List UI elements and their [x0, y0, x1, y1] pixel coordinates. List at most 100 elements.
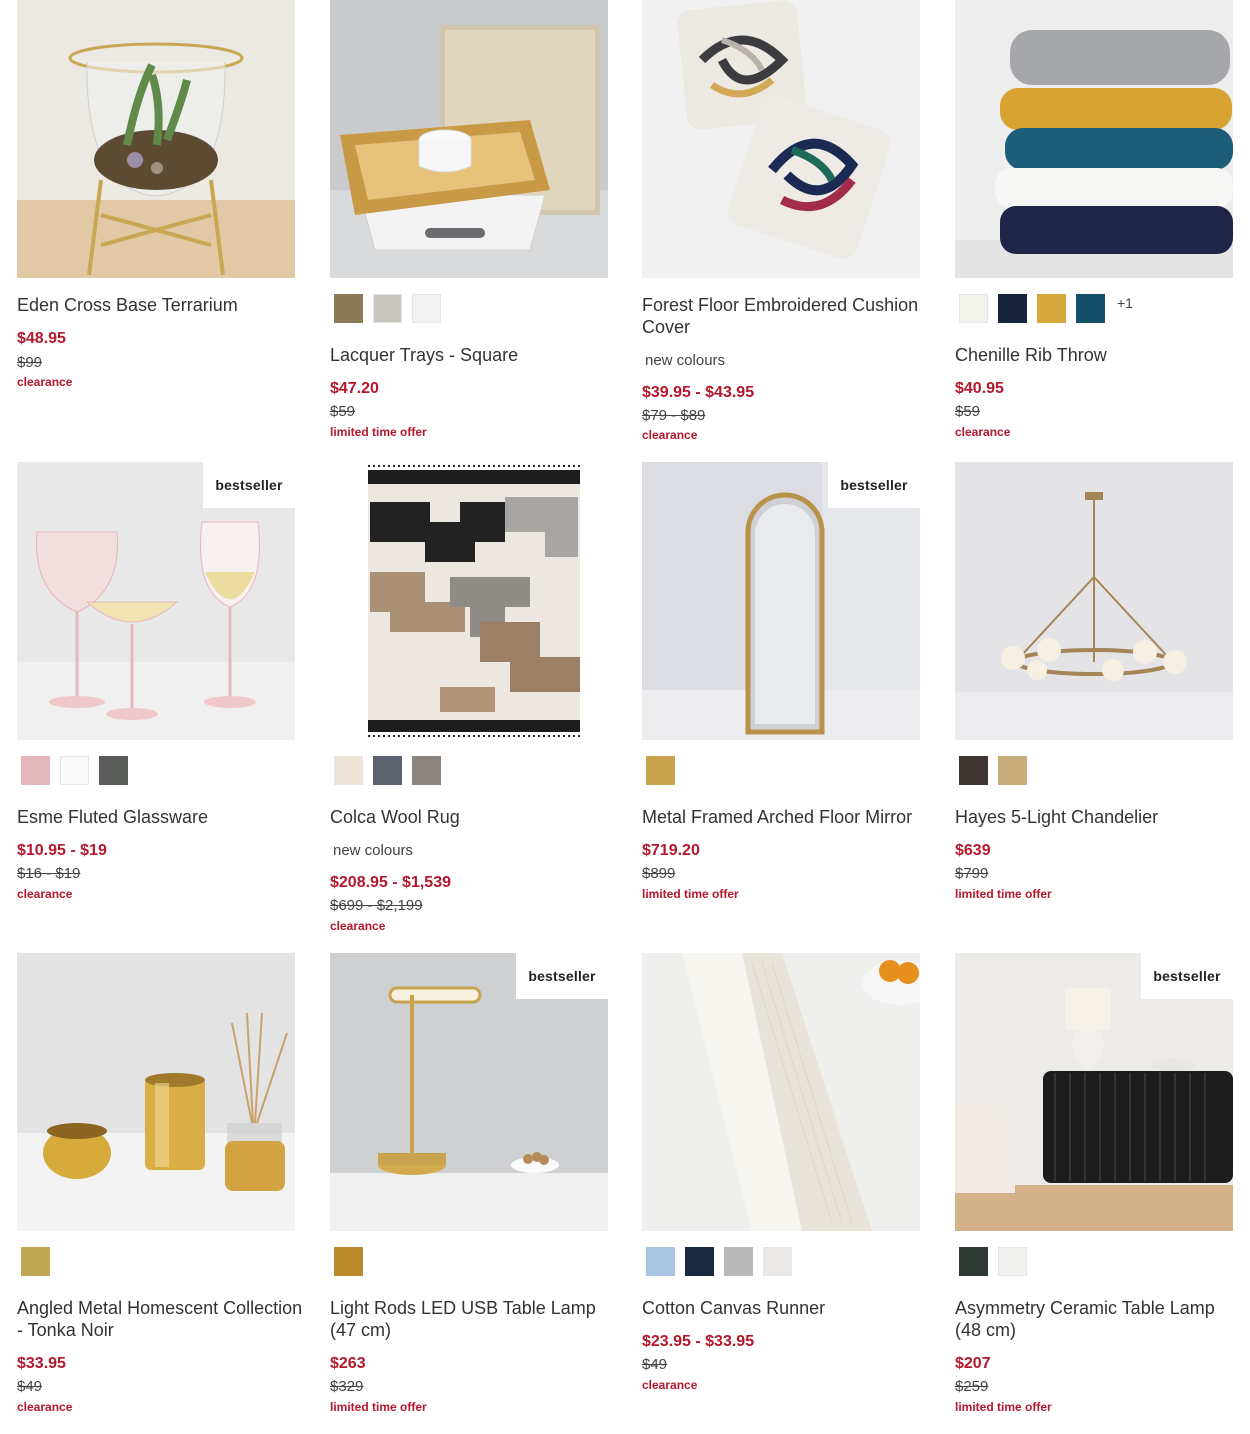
sale-price: $10.95 - $19	[17, 842, 107, 859]
product-name[interactable]: Colca Wool Rug	[330, 806, 620, 828]
new-colours-tag: new colours	[645, 352, 726, 369]
color-swatches	[334, 294, 441, 323]
color-swatch[interactable]	[21, 756, 50, 785]
sale-price: $39.95 - $43.95	[642, 384, 755, 401]
original-price: $79 - $89	[642, 407, 706, 424]
color-swatch[interactable]	[959, 294, 988, 323]
promo-label: clearance	[17, 375, 73, 389]
bestseller-badge: bestseller	[828, 462, 920, 508]
color-swatch[interactable]	[763, 1247, 792, 1276]
color-swatch[interactable]	[998, 294, 1027, 323]
product-name[interactable]: Eden Cross Base Terrarium	[17, 294, 307, 316]
bestseller-badge: bestseller	[516, 953, 608, 999]
sale-price: $208.95 - $1,539	[330, 874, 451, 891]
color-swatch[interactable]	[1076, 294, 1105, 323]
color-swatch[interactable]	[21, 1247, 50, 1276]
sale-price: $33.95	[17, 1355, 66, 1372]
product-image[interactable]	[955, 462, 1233, 740]
promo-label: limited time offer	[330, 425, 427, 439]
original-price: $59	[955, 403, 981, 420]
more-colors-count[interactable]: +1	[1117, 295, 1133, 311]
sale-price: $719.20	[642, 842, 700, 859]
promo-label: clearance	[955, 425, 1011, 439]
sale-price: $48.95	[17, 330, 66, 347]
new-colours-tag: new colours	[333, 842, 414, 859]
original-price: $49	[642, 1356, 668, 1373]
product-image[interactable]: bestseller	[642, 462, 920, 740]
bestseller-badge: bestseller	[1141, 953, 1233, 999]
color-swatches	[334, 756, 441, 785]
color-swatches	[646, 1247, 792, 1276]
color-swatch[interactable]	[998, 756, 1027, 785]
color-swatches	[334, 1247, 363, 1276]
product-image[interactable]	[955, 0, 1233, 278]
color-swatch[interactable]	[998, 1247, 1027, 1276]
color-swatches	[959, 756, 1027, 785]
promo-label: clearance	[17, 1400, 73, 1414]
color-swatches	[21, 1247, 50, 1276]
product-name[interactable]: Chenille Rib Throw	[955, 344, 1245, 366]
color-swatch[interactable]	[334, 294, 363, 323]
color-swatches	[646, 756, 675, 785]
sale-price: $23.95 - $33.95	[642, 1333, 755, 1350]
color-swatch[interactable]	[334, 1247, 363, 1276]
color-swatch[interactable]	[412, 756, 441, 785]
original-price: $49	[17, 1378, 43, 1395]
product-name[interactable]: Angled Metal Homescent Collection - Tonk…	[17, 1297, 307, 1341]
bestseller-badge: bestseller	[203, 462, 295, 508]
promo-label: limited time offer	[642, 887, 739, 901]
color-swatch[interactable]	[1037, 294, 1066, 323]
promo-label: clearance	[330, 919, 386, 933]
original-price: $59	[330, 403, 356, 420]
color-swatch[interactable]	[646, 1247, 675, 1276]
product-name[interactable]: Light Rods LED USB Table Lamp (47 cm)	[330, 1297, 620, 1341]
color-swatch[interactable]	[959, 756, 988, 785]
promo-label: clearance	[642, 428, 698, 442]
original-price: $99	[17, 354, 43, 371]
color-swatch[interactable]	[334, 756, 363, 785]
product-image[interactable]	[330, 462, 608, 740]
promo-label: clearance	[642, 1378, 698, 1392]
product-image[interactable]: bestseller	[955, 953, 1233, 1231]
color-swatch[interactable]	[373, 756, 402, 785]
product-name[interactable]: Lacquer Trays - Square	[330, 344, 620, 366]
color-swatch[interactable]	[724, 1247, 753, 1276]
product-name[interactable]: Forest Floor Embroidered Cushion Cover	[642, 294, 932, 338]
product-image[interactable]	[642, 953, 920, 1231]
color-swatch[interactable]	[412, 294, 441, 323]
product-image[interactable]	[17, 953, 295, 1231]
product-name[interactable]: Esme Fluted Glassware	[17, 806, 307, 828]
promo-label: limited time offer	[330, 1400, 427, 1414]
promo-label: clearance	[17, 887, 73, 901]
promo-label: limited time offer	[955, 887, 1052, 901]
color-swatches	[959, 1247, 1027, 1276]
color-swatch[interactable]	[99, 756, 128, 785]
product-image[interactable]	[17, 0, 295, 278]
sale-price: $263	[330, 1355, 366, 1372]
product-name[interactable]: Asymmetry Ceramic Table Lamp (48 cm)	[955, 1297, 1245, 1341]
product-image[interactable]: bestseller	[17, 462, 295, 740]
color-swatches	[21, 756, 128, 785]
product-image[interactable]: bestseller	[330, 953, 608, 1231]
sale-price: $40.95	[955, 380, 1004, 397]
color-swatches: +1	[959, 294, 1133, 323]
sale-price: $207	[955, 1355, 991, 1372]
promo-label: limited time offer	[955, 1400, 1052, 1414]
color-swatch[interactable]	[685, 1247, 714, 1276]
color-swatch[interactable]	[646, 756, 675, 785]
original-price: $259	[955, 1378, 989, 1395]
sale-price: $639	[955, 842, 991, 859]
product-image[interactable]	[642, 0, 920, 278]
product-image[interactable]	[330, 0, 608, 278]
product-name[interactable]: Metal Framed Arched Floor Mirror	[642, 806, 932, 828]
original-price: $329	[330, 1378, 364, 1395]
sale-price: $47.20	[330, 380, 379, 397]
original-price: $699 - $2,199	[330, 897, 423, 914]
original-price: $899	[642, 865, 676, 882]
color-swatch[interactable]	[60, 756, 89, 785]
color-swatch[interactable]	[959, 1247, 988, 1276]
color-swatch[interactable]	[373, 294, 402, 323]
product-name[interactable]: Cotton Canvas Runner	[642, 1297, 932, 1319]
product-name[interactable]: Hayes 5-Light Chandelier	[955, 806, 1245, 828]
original-price: $16 - $19	[17, 865, 81, 882]
